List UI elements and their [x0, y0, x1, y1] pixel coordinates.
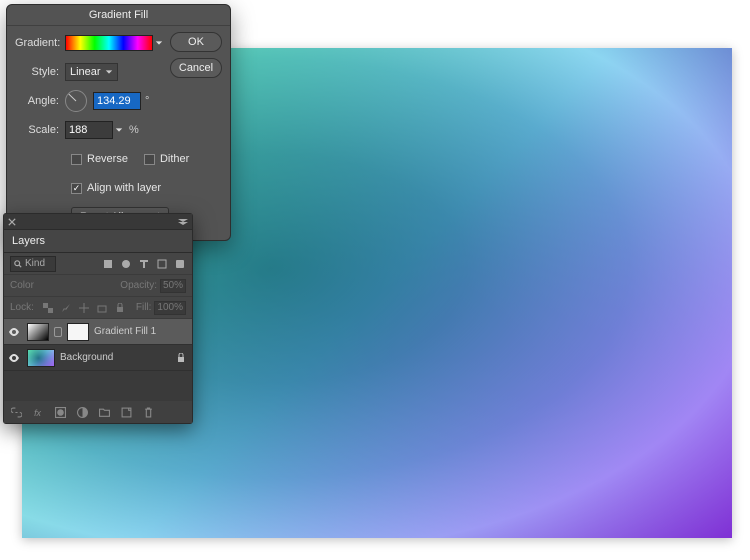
new-adjustment-icon[interactable] — [76, 406, 88, 418]
ok-button[interactable]: OK — [170, 32, 222, 52]
lock-brush-icon[interactable] — [60, 302, 72, 314]
link-layers-icon[interactable] — [10, 406, 22, 418]
mask-thumb[interactable] — [67, 323, 89, 341]
gradient-dropdown[interactable] — [153, 35, 165, 51]
dither-checkbox[interactable]: Dither — [144, 153, 189, 165]
lock-move-icon[interactable] — [78, 302, 90, 314]
panel-close-icon[interactable] — [8, 218, 16, 226]
dialog-title: Gradient Fill — [7, 5, 230, 26]
layer-thumb[interactable] — [27, 323, 49, 341]
filter-adjust-icon[interactable] — [120, 258, 132, 270]
layer-thumb[interactable] — [27, 349, 55, 367]
reverse-label: Reverse — [87, 153, 128, 165]
align-label: Align with layer — [87, 182, 161, 194]
style-select[interactable]: Linear — [65, 63, 118, 81]
new-layer-icon[interactable] — [120, 406, 132, 418]
visibility-toggle[interactable] — [8, 328, 22, 336]
layer-name[interactable]: Background — [60, 352, 113, 363]
filter-smart-icon[interactable] — [174, 258, 186, 270]
visibility-toggle[interactable] — [8, 354, 22, 362]
layer-name[interactable]: Gradient Fill 1 — [94, 326, 156, 337]
filter-pixel-icon[interactable] — [102, 258, 114, 270]
kind-label: Kind — [25, 258, 45, 269]
panel-collapse-icon[interactable] — [178, 219, 188, 225]
new-group-icon[interactable] — [98, 406, 110, 418]
cancel-button[interactable]: Cancel — [170, 58, 222, 78]
scale-label: Scale: — [15, 124, 65, 136]
layers-footer: fx — [4, 401, 192, 423]
scale-unit: % — [129, 124, 139, 136]
lock-label: Lock: — [10, 302, 34, 313]
layer-kind-filter[interactable]: Kind — [10, 256, 56, 272]
layers-panel: Layers Kind Color Opacity: 50% Lock: — [3, 213, 193, 424]
layer-mask-icon[interactable] — [54, 406, 66, 418]
layer-item-gradient-fill[interactable]: Gradient Fill 1 — [4, 319, 192, 345]
opacity-label: Opacity: — [120, 280, 157, 291]
lock-icon — [176, 353, 188, 363]
blend-mode-select[interactable]: Color — [10, 280, 34, 291]
lock-all-icon[interactable] — [114, 302, 126, 314]
angle-unit: ° — [145, 95, 149, 107]
reverse-checkbox[interactable]: Reverse — [71, 153, 128, 165]
layer-list: Gradient Fill 1 Background — [4, 319, 192, 401]
svg-text:fx: fx — [34, 407, 41, 417]
dither-checkbox-box — [144, 154, 155, 165]
angle-input[interactable]: 134.29 — [93, 92, 141, 110]
gradient-fill-dialog: Gradient Fill OK Cancel Gradient: Style:… — [6, 4, 231, 241]
filter-shape-icon[interactable] — [156, 258, 168, 270]
layers-tab[interactable]: Layers — [4, 230, 192, 253]
dither-label: Dither — [160, 153, 189, 165]
angle-label: Angle: — [15, 95, 65, 107]
gradient-label: Gradient: — [15, 37, 65, 49]
mask-link-icon[interactable] — [54, 327, 62, 337]
style-label: Style: — [15, 66, 65, 78]
reverse-checkbox-box — [71, 154, 82, 165]
scale-input[interactable]: 188 — [65, 121, 113, 139]
fill-label: Fill: — [136, 302, 152, 313]
delete-layer-icon[interactable] — [142, 406, 154, 418]
gradient-swatch[interactable] — [65, 35, 153, 51]
layer-style-icon[interactable]: fx — [32, 406, 44, 418]
filter-type-icon[interactable] — [138, 258, 150, 270]
lock-transparent-icon[interactable] — [42, 302, 54, 314]
layer-item-background[interactable]: Background — [4, 345, 192, 371]
scale-dropdown[interactable] — [113, 122, 125, 138]
opacity-input[interactable]: 50% — [160, 279, 186, 293]
fill-input[interactable]: 100% — [154, 301, 186, 315]
style-value: Linear — [70, 66, 101, 78]
align-with-layer-checkbox[interactable]: Align with layer — [71, 182, 161, 194]
angle-dial[interactable] — [65, 90, 87, 112]
lock-nest-icon[interactable] — [96, 302, 108, 314]
align-checkbox-box — [71, 183, 82, 194]
